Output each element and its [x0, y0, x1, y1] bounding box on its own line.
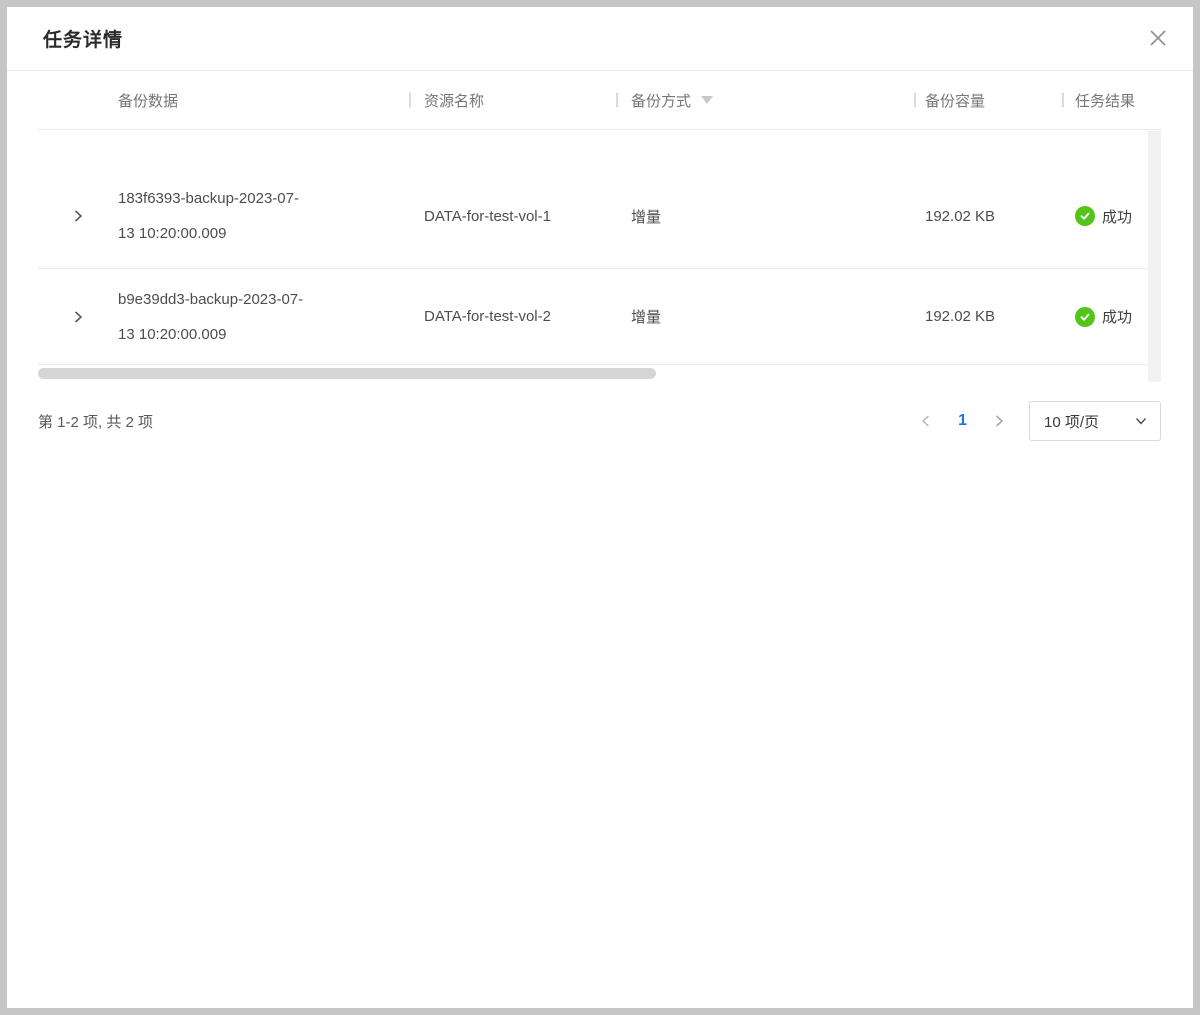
backup-size-cell: 192.02 KB — [914, 308, 1062, 325]
table-row: b9e39dd3-backup-2023-07- 13 10:20:00.009… — [38, 269, 1161, 365]
chevron-down-icon — [1134, 414, 1148, 428]
column-separator — [409, 93, 411, 108]
pagination-summary: 第 1-2 项, 共 2 项 — [38, 411, 153, 432]
backup-data-cell: b9e39dd3-backup-2023-07- 13 10:20:00.009 — [118, 282, 409, 352]
table-header-row: 备份数据 资源名称 备份方式 备份容量 任务结果 — [38, 71, 1161, 130]
backup-size-cell: 192.02 KB — [914, 208, 1062, 225]
next-page-button[interactable] — [987, 409, 1011, 433]
status-badge: 成功 — [1075, 206, 1132, 227]
column-separator — [616, 93, 618, 108]
backup-data-cell: 183f6393-backup-2023-07- 13 10:20:00.009 — [118, 181, 409, 251]
close-button[interactable] — [1143, 23, 1173, 53]
filter-icon[interactable] — [701, 96, 713, 104]
horizontal-scrollbar-thumb[interactable] — [38, 368, 656, 379]
header-label: 备份数据 — [118, 93, 178, 110]
header-label: 资源名称 — [424, 93, 484, 110]
header-backup-method: 备份方式 — [616, 90, 914, 111]
chevron-right-icon — [71, 310, 85, 324]
page-size-label: 10 项/页 — [1044, 411, 1099, 432]
chevron-right-icon — [71, 209, 85, 223]
chevron-right-icon — [992, 414, 1006, 428]
expand-row-button[interactable] — [66, 204, 90, 228]
vertical-scrollbar-track[interactable] — [1148, 131, 1161, 382]
backup-method-cell: 增量 — [616, 206, 914, 227]
pager: 1 10 项/页 — [914, 401, 1161, 441]
task-result-cell: 成功 — [1062, 306, 1161, 327]
backup-data-line: 13 10:20:00.009 — [118, 216, 409, 251]
status-label: 成功 — [1102, 306, 1132, 327]
status-badge: 成功 — [1075, 306, 1132, 327]
prev-page-button[interactable] — [914, 409, 938, 433]
close-icon — [1148, 28, 1168, 48]
header-backup-size: 备份容量 — [914, 90, 1062, 111]
column-separator — [1062, 93, 1064, 108]
expand-row-button[interactable] — [66, 305, 90, 329]
table-row: 183f6393-backup-2023-07- 13 10:20:00.009… — [38, 130, 1161, 269]
resource-name-cell: DATA-for-test-vol-1 — [409, 208, 616, 225]
header-backup-data: 备份数据 — [118, 90, 409, 111]
header-task-result: 任务结果 — [1062, 90, 1161, 111]
status-label: 成功 — [1102, 206, 1132, 227]
header-label: 备份方式 — [631, 90, 691, 111]
column-separator — [914, 93, 916, 108]
resource-name-cell: DATA-for-test-vol-2 — [409, 308, 616, 325]
dialog-header: 任务详情 — [7, 7, 1193, 71]
success-icon — [1075, 307, 1095, 327]
page-number-1[interactable]: 1 — [958, 412, 967, 430]
chevron-left-icon — [919, 414, 933, 428]
task-details-dialog: 任务详情 备份数据 资源名称 备份方式 — [7, 7, 1193, 1008]
header-resource-name: 资源名称 — [409, 90, 616, 111]
backup-data-line: 13 10:20:00.009 — [118, 317, 409, 352]
header-label: 任务结果 — [1075, 93, 1135, 110]
task-result-cell: 成功 — [1062, 206, 1161, 227]
pagination-bar: 第 1-2 项, 共 2 项 1 10 项/页 — [7, 401, 1193, 441]
page-title: 任务详情 — [43, 25, 123, 52]
backup-tasks-table: 备份数据 资源名称 备份方式 备份容量 任务结果 — [38, 71, 1161, 365]
page-size-select[interactable]: 10 项/页 — [1029, 401, 1161, 441]
header-label: 备份容量 — [925, 93, 985, 110]
success-icon — [1075, 206, 1095, 226]
backup-data-line: b9e39dd3-backup-2023-07- — [118, 282, 409, 317]
backup-data-line: 183f6393-backup-2023-07- — [118, 181, 409, 216]
horizontal-scrollbar-track — [38, 368, 1161, 379]
backup-method-cell: 增量 — [616, 306, 914, 327]
